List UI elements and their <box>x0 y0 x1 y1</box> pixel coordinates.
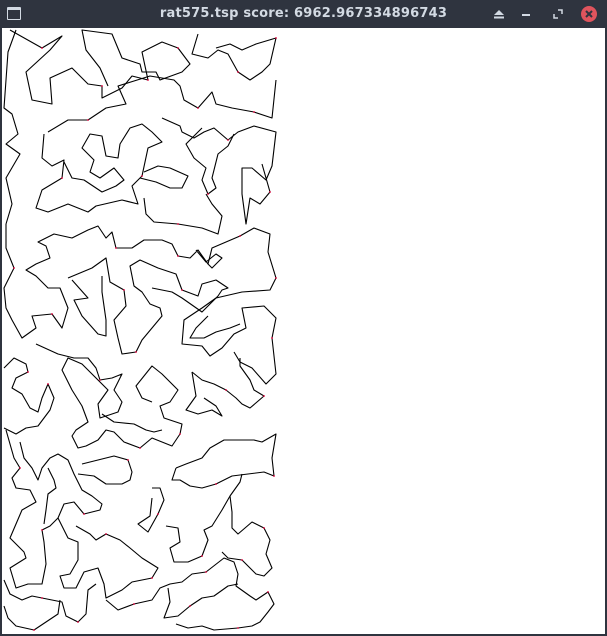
minimize-button[interactable] <box>517 5 535 23</box>
eject-icon <box>494 10 504 19</box>
restore-icon <box>553 9 563 19</box>
app-window: rat575.tsp score: 6962.967334896743 <box>0 0 607 636</box>
tour-path <box>3 29 277 631</box>
tour-canvas[interactable] <box>2 28 605 634</box>
tour-plot <box>3 29 277 631</box>
minimize-icon <box>522 14 530 16</box>
window-title: rat575.tsp score: 6962.967334896743 <box>159 6 448 21</box>
close-icon <box>585 10 593 18</box>
eject-button[interactable] <box>490 5 508 23</box>
restore-button[interactable] <box>549 5 567 23</box>
title-bar[interactable]: rat575.tsp score: 6962.967334896743 <box>0 0 607 28</box>
close-button[interactable] <box>580 5 598 23</box>
